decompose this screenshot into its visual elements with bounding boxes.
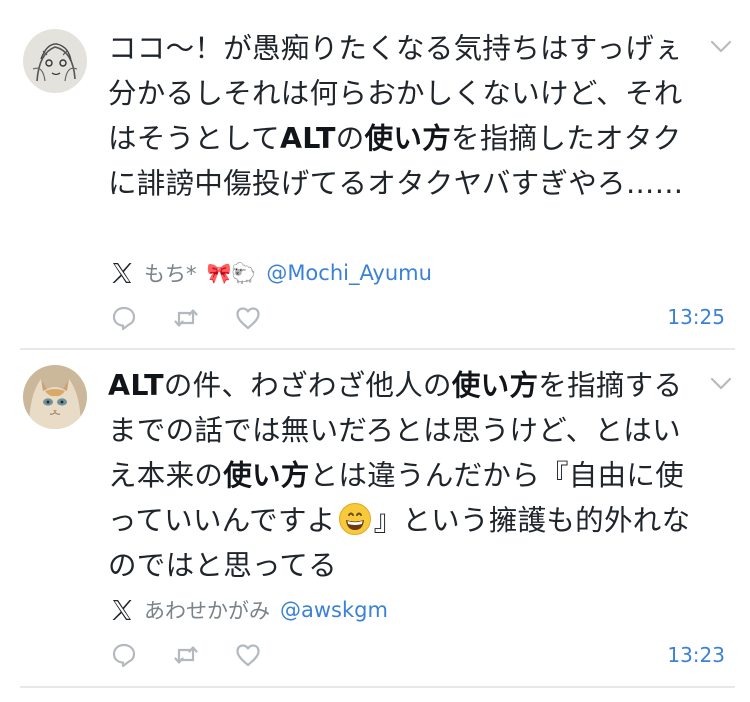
retweet-icon[interactable] xyxy=(172,304,200,332)
action-bar xyxy=(110,640,296,670)
grinning-face-icon xyxy=(338,503,371,535)
author-emojis: 🎀🐑 xyxy=(206,261,257,285)
tweet[interactable]: ココ〜！が愚痴りたくなる気持ちはすっげぇ分かるしそれは何らおかしくないけど、それ… xyxy=(0,0,750,350)
author-name[interactable]: もち* xyxy=(144,258,197,288)
x-logo-icon xyxy=(112,263,132,283)
avatar[interactable] xyxy=(23,365,87,429)
author-handle[interactable]: @Mochi_Ayumu xyxy=(266,261,432,285)
author-info[interactable]: もち* 🎀🐑 @Mochi_Ayumu xyxy=(110,258,432,288)
avatar[interactable] xyxy=(23,29,87,93)
author-name[interactable]: あわせかがみ xyxy=(144,595,270,625)
like-icon[interactable] xyxy=(234,641,262,669)
reply-icon[interactable] xyxy=(110,641,138,669)
timestamp[interactable]: 13:25 xyxy=(667,305,725,329)
retweet-icon[interactable] xyxy=(172,641,200,669)
x-logo-icon xyxy=(112,600,132,620)
tweet-text: ココ〜！が愚痴りたくなる気持ちはすっげぇ分かるしそれは何らおかしくないけど、それ… xyxy=(108,32,684,200)
author-info[interactable]: あわせかがみ @awskgm xyxy=(110,595,388,625)
tweet[interactable]: ALTの件、わざわざ他人の使い方を指摘するまでの話では無いだろとは思うけど、とは… xyxy=(0,350,750,688)
tweet-text: ALTの件、わざわざ他人の使い方を指摘するまでの話では無いだろとは思うけど、とは… xyxy=(108,369,691,582)
divider xyxy=(20,686,735,688)
cat-avatar-icon xyxy=(23,365,87,429)
like-icon[interactable] xyxy=(234,304,262,332)
chevron-down-icon[interactable] xyxy=(710,40,732,54)
sketch-avatar-icon xyxy=(23,29,87,93)
reply-icon[interactable] xyxy=(110,304,138,332)
author-handle[interactable]: @awskgm xyxy=(280,598,388,622)
action-bar xyxy=(110,303,296,333)
chevron-down-icon[interactable] xyxy=(710,377,732,391)
timestamp[interactable]: 13:23 xyxy=(667,643,725,667)
